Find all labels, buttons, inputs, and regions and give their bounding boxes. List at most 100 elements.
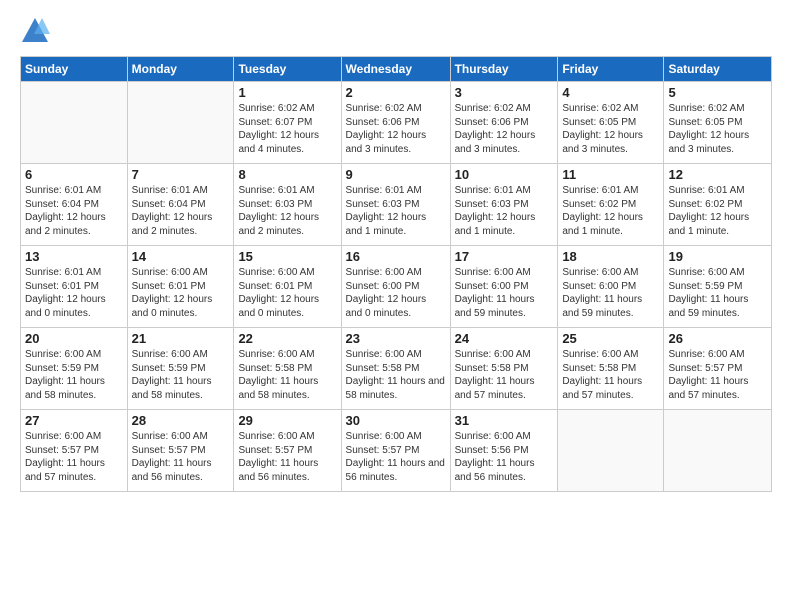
calendar-cell: 9 Sunrise: 6:01 AM Sunset: 6:03 PM Daylig… (341, 164, 450, 246)
cell-day-number: 22 (238, 331, 336, 346)
calendar-week-4: 20 Sunrise: 6:00 AM Sunset: 5:59 PM Dayli… (21, 328, 772, 410)
calendar-cell: 15Sunrise: 6:00 AM Sunset: 6:01 PM Dayli… (234, 246, 341, 328)
cell-sun-info: Sunrise: 6:02 AM Sunset: 6:05 PM Dayligh… (562, 102, 659, 156)
calendar-cell: 29 Sunrise: 6:00 AM Sunset: 5:57 PM Dayli… (234, 410, 341, 492)
cell-day-number: 31 (455, 413, 554, 428)
cell-day-number: 19 (668, 249, 767, 264)
calendar-week-5: 27 Sunrise: 6:00 AM Sunset: 5:57 PM Dayli… (21, 410, 772, 492)
day-header-thursday: Thursday (450, 57, 558, 82)
cell-sun-info: Sunrise: 6:00 AM Sunset: 6:00 PM Dayligh… (346, 266, 446, 320)
calendar-cell (664, 410, 772, 492)
cell-day-number: 16 (346, 249, 446, 264)
cell-sun-info: Sunrise: 6:00 AM Sunset: 5:57 PM Dayligh… (346, 430, 446, 484)
cell-sun-info: Sunrise: 6:01 AM Sunset: 6:04 PM Dayligh… (25, 184, 123, 238)
calendar-cell: 2 Sunrise: 6:02 AM Sunset: 6:06 PM Daylig… (341, 82, 450, 164)
cell-sun-info: Sunrise: 6:01 AM Sunset: 6:01 PM Dayligh… (25, 266, 123, 320)
cell-sun-info: Sunrise: 6:02 AM Sunset: 6:07 PM Dayligh… (238, 102, 336, 156)
cell-sun-info: Sunrise: 6:01 AM Sunset: 6:03 PM Dayligh… (346, 184, 446, 238)
cell-sun-info: Sunrise: 6:01 AM Sunset: 6:03 PM Dayligh… (238, 184, 336, 238)
cell-sun-info: Sunrise: 6:00 AM Sunset: 5:57 PM Dayligh… (668, 348, 767, 402)
calendar-cell: 25 Sunrise: 6:00 AM Sunset: 5:58 PM Dayli… (558, 328, 664, 410)
cell-day-number: 2 (346, 85, 446, 100)
cell-day-number: 14 (132, 249, 230, 264)
cell-sun-info: Sunrise: 6:00 AM Sunset: 5:59 PM Dayligh… (132, 348, 230, 402)
calendar-cell: 17 Sunrise: 6:00 AM Sunset: 6:00 PM Dayli… (450, 246, 558, 328)
calendar-cell: 11 Sunrise: 6:01 AM Sunset: 6:02 PM Dayli… (558, 164, 664, 246)
cell-day-number: 12 (668, 167, 767, 182)
calendar-cell (21, 82, 128, 164)
cell-sun-info: Sunrise: 6:00 AM Sunset: 5:56 PM Dayligh… (455, 430, 554, 484)
calendar-cell: 12 Sunrise: 6:01 AM Sunset: 6:02 PM Dayli… (664, 164, 772, 246)
calendar-cell: 13 Sunrise: 6:01 AM Sunset: 6:01 PM Dayli… (21, 246, 128, 328)
cell-sun-info: Sunrise: 6:00 AM Sunset: 5:57 PM Dayligh… (238, 430, 336, 484)
cell-day-number: 25 (562, 331, 659, 346)
cell-sun-info: Sunrise: 6:00 AM Sunset: 6:01 PM Dayligh… (132, 266, 230, 320)
header (20, 16, 772, 46)
cell-day-number: 28 (132, 413, 230, 428)
cell-sun-info: Sunrise: 6:00 AM Sunset: 5:58 PM Dayligh… (346, 348, 446, 402)
cell-day-number: 13 (25, 249, 123, 264)
calendar-cell: 7 Sunrise: 6:01 AM Sunset: 6:04 PM Daylig… (127, 164, 234, 246)
logo-icon (20, 16, 50, 46)
cell-day-number: 7 (132, 167, 230, 182)
cell-sun-info: Sunrise: 6:00 AM Sunset: 6:00 PM Dayligh… (455, 266, 554, 320)
cell-day-number: 1 (238, 85, 336, 100)
cell-day-number: 3 (455, 85, 554, 100)
calendar-cell: 23 Sunrise: 6:00 AM Sunset: 5:58 PM Dayli… (341, 328, 450, 410)
calendar-cell: 30 Sunrise: 6:00 AM Sunset: 5:57 PM Dayli… (341, 410, 450, 492)
cell-day-number: 4 (562, 85, 659, 100)
cell-sun-info: Sunrise: 6:01 AM Sunset: 6:04 PM Dayligh… (132, 184, 230, 238)
cell-day-number: 5 (668, 85, 767, 100)
calendar-cell: 20 Sunrise: 6:00 AM Sunset: 5:59 PM Dayli… (21, 328, 128, 410)
calendar-cell: 3Sunrise: 6:02 AM Sunset: 6:06 PM Daylig… (450, 82, 558, 164)
cell-day-number: 24 (455, 331, 554, 346)
calendar-cell: 24 Sunrise: 6:00 AM Sunset: 5:58 PM Dayli… (450, 328, 558, 410)
day-header-sunday: Sunday (21, 57, 128, 82)
calendar-cell: 27Sunrise: 6:00 AM Sunset: 5:57 PM Dayli… (21, 410, 128, 492)
cell-day-number: 17 (455, 249, 554, 264)
cell-day-number: 11 (562, 167, 659, 182)
cell-day-number: 20 (25, 331, 123, 346)
cell-day-number: 23 (346, 331, 446, 346)
day-header-friday: Friday (558, 57, 664, 82)
page: SundayMondayTuesdayWednesdayThursdayFrid… (0, 0, 792, 502)
cell-sun-info: Sunrise: 6:02 AM Sunset: 6:06 PM Dayligh… (346, 102, 446, 156)
cell-day-number: 6 (25, 167, 123, 182)
calendar-cell: 10 Sunrise: 6:01 AM Sunset: 6:03 PM Dayli… (450, 164, 558, 246)
cell-sun-info: Sunrise: 6:00 AM Sunset: 5:57 PM Dayligh… (132, 430, 230, 484)
day-header-row: SundayMondayTuesdayWednesdayThursdayFrid… (21, 57, 772, 82)
calendar-cell: 4 Sunrise: 6:02 AM Sunset: 6:05 PM Daylig… (558, 82, 664, 164)
cell-sun-info: Sunrise: 6:00 AM Sunset: 5:59 PM Dayligh… (25, 348, 123, 402)
calendar-cell: 14 Sunrise: 6:00 AM Sunset: 6:01 PM Dayli… (127, 246, 234, 328)
cell-day-number: 9 (346, 167, 446, 182)
cell-sun-info: Sunrise: 6:00 AM Sunset: 5:58 PM Dayligh… (455, 348, 554, 402)
calendar-cell (127, 82, 234, 164)
calendar-cell: 8 Sunrise: 6:01 AM Sunset: 6:03 PM Daylig… (234, 164, 341, 246)
cell-sun-info: Sunrise: 6:00 AM Sunset: 5:58 PM Dayligh… (238, 348, 336, 402)
calendar-week-3: 13 Sunrise: 6:01 AM Sunset: 6:01 PM Dayli… (21, 246, 772, 328)
calendar-cell: 18Sunrise: 6:00 AM Sunset: 6:00 PM Dayli… (558, 246, 664, 328)
cell-day-number: 21 (132, 331, 230, 346)
cell-day-number: 18 (562, 249, 659, 264)
calendar-cell: 26Sunrise: 6:00 AM Sunset: 5:57 PM Dayli… (664, 328, 772, 410)
cell-sun-info: Sunrise: 6:00 AM Sunset: 5:58 PM Dayligh… (562, 348, 659, 402)
calendar-cell: 1 Sunrise: 6:02 AM Sunset: 6:07 PM Daylig… (234, 82, 341, 164)
calendar-cell: 21 Sunrise: 6:00 AM Sunset: 5:59 PM Dayli… (127, 328, 234, 410)
calendar-cell (558, 410, 664, 492)
calendar-body: 1 Sunrise: 6:02 AM Sunset: 6:07 PM Daylig… (21, 82, 772, 492)
cell-sun-info: Sunrise: 6:01 AM Sunset: 6:03 PM Dayligh… (455, 184, 554, 238)
cell-day-number: 30 (346, 413, 446, 428)
calendar-cell: 16 Sunrise: 6:00 AM Sunset: 6:00 PM Dayli… (341, 246, 450, 328)
calendar-cell: 28 Sunrise: 6:00 AM Sunset: 5:57 PM Dayli… (127, 410, 234, 492)
cell-day-number: 8 (238, 167, 336, 182)
cell-day-number: 29 (238, 413, 336, 428)
calendar-week-1: 1 Sunrise: 6:02 AM Sunset: 6:07 PM Daylig… (21, 82, 772, 164)
cell-sun-info: Sunrise: 6:01 AM Sunset: 6:02 PM Dayligh… (562, 184, 659, 238)
cell-day-number: 27 (25, 413, 123, 428)
calendar-cell: 5 Sunrise: 6:02 AM Sunset: 6:05 PM Daylig… (664, 82, 772, 164)
cell-day-number: 10 (455, 167, 554, 182)
cell-sun-info: Sunrise: 6:01 AM Sunset: 6:02 PM Dayligh… (668, 184, 767, 238)
cell-sun-info: Sunrise: 6:02 AM Sunset: 6:05 PM Dayligh… (668, 102, 767, 156)
calendar-cell: 6 Sunrise: 6:01 AM Sunset: 6:04 PM Daylig… (21, 164, 128, 246)
day-header-tuesday: Tuesday (234, 57, 341, 82)
